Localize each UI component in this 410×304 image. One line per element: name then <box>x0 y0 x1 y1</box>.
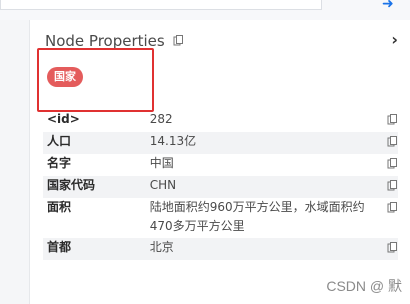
top-bar: ➜ <box>0 0 410 20</box>
property-value: 14.13亿 <box>149 132 377 154</box>
property-key: 名字 <box>47 156 72 170</box>
table-row: 国家代码 CHN <box>43 176 398 198</box>
property-value: 陆地面积约960万平方公里，水域面积约470多万平方公里 <box>149 200 365 233</box>
copy-icon[interactable] <box>387 113 398 132</box>
copy-icon[interactable] <box>387 241 398 260</box>
query-editor[interactable] <box>0 0 322 10</box>
table-row: 面积 陆地面积约960万平方公里，水域面积约470多万平方公里 <box>43 198 398 238</box>
watermark: CSDN @ 默 <box>326 278 402 294</box>
node-label-badge[interactable]: 国家 <box>47 67 83 87</box>
property-key: 人口 <box>43 132 150 154</box>
table-row: 首都 北京 <box>43 238 398 260</box>
copy-icon[interactable] <box>387 135 398 154</box>
left-gutter <box>0 20 30 304</box>
table-row: 名字 中国 <box>43 154 398 176</box>
property-value: 282 <box>149 112 173 126</box>
property-key: 国家代码 <box>43 176 150 198</box>
properties-table: <id> 282 人口 14.13亿 名字 中国 国家代码 CHN 面积 陆地面… <box>43 110 398 260</box>
property-value: 中国 <box>149 156 174 170</box>
property-value: 北京 <box>149 238 377 260</box>
node-properties-panel: Node Properties › 国家 <id> 282 人口 14.13亿 … <box>30 20 410 304</box>
property-key: 首都 <box>43 238 150 260</box>
copy-icon[interactable] <box>387 201 398 220</box>
copy-icon[interactable] <box>387 179 398 198</box>
table-row: <id> 282 <box>43 110 398 132</box>
chevron-right-icon[interactable]: › <box>391 30 398 49</box>
property-value: CHN <box>149 176 377 198</box>
table-row: 人口 14.13亿 <box>43 132 398 154</box>
send-icon[interactable]: ➜ <box>382 0 394 11</box>
copy-icon[interactable] <box>387 157 398 176</box>
property-key: <id> <box>47 112 80 126</box>
property-key: 面积 <box>47 200 72 214</box>
copy-icon[interactable] <box>173 33 184 51</box>
